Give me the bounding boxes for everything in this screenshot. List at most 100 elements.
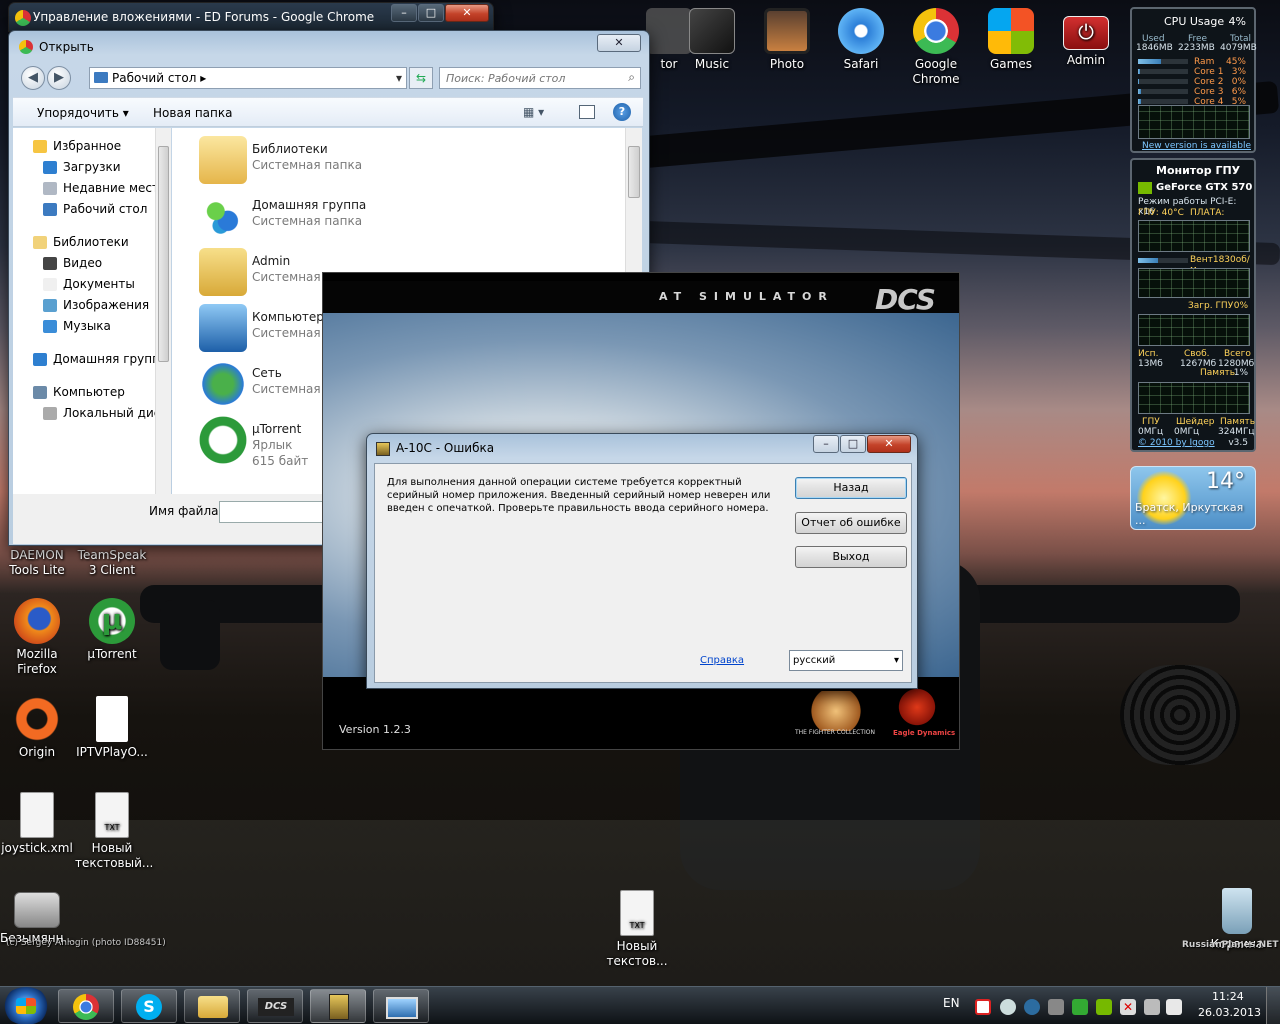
- folder-icon: [33, 353, 47, 366]
- error-report-button[interactable]: Отчет об ошибке: [795, 512, 907, 534]
- forward-button[interactable]: ▶: [47, 66, 71, 90]
- nav-item[interactable]: Недавние мест: [13, 178, 171, 199]
- desktop-icon-origin[interactable]: Origin: [0, 696, 74, 760]
- chrome-window[interactable]: Управление вложениями - ED Forums - Goog…: [8, 2, 494, 32]
- cpu-bar: [1138, 69, 1188, 74]
- help-icon[interactable]: ?: [613, 103, 631, 121]
- chrome-icon: [913, 8, 959, 54]
- desktop-icon-new-text-2[interactable]: TXT Новый текстов...: [600, 890, 674, 969]
- start-button[interactable]: [2, 987, 50, 1024]
- help-link[interactable]: Справка: [700, 655, 744, 666]
- back-button[interactable]: ◀: [21, 66, 45, 90]
- desktop-icon-daemon-tools[interactable]: DAEMON Tools Lite: [0, 548, 74, 578]
- new-version-link[interactable]: New version is available: [1142, 141, 1251, 151]
- search-input[interactable]: [440, 68, 616, 88]
- minimize-button[interactable]: –: [391, 4, 417, 22]
- folder-icon: [33, 386, 47, 399]
- desktop-icon-firefox[interactable]: Mozilla Firefox: [0, 598, 74, 677]
- desktop-icon-games[interactable]: Games: [974, 8, 1048, 72]
- exit-button[interactable]: Выход: [795, 546, 907, 568]
- nav-item[interactable]: Документы: [13, 274, 171, 295]
- weather-gadget[interactable]: 14° Братск, Иркутская ...: [1130, 466, 1256, 530]
- desktop-icon-new-text[interactable]: TXT Новый текстовый...: [75, 792, 153, 871]
- taskbar-dcs[interactable]: DCS: [247, 989, 303, 1023]
- taskbar-a10c-active[interactable]: [310, 989, 366, 1023]
- organize-menu[interactable]: Упорядочить ▾: [37, 106, 129, 120]
- taskbar-image-viewer[interactable]: [373, 989, 429, 1023]
- desktop-icon-photo[interactable]: Photo: [750, 8, 824, 72]
- folder-icon: [43, 299, 57, 312]
- clock-date[interactable]: 26.03.2013: [1198, 1006, 1261, 1019]
- chevron-down-icon: ▾: [893, 655, 899, 666]
- scrollbar-thumb[interactable]: [628, 146, 640, 198]
- maximize-button[interactable]: □: [840, 435, 866, 453]
- back-button[interactable]: Назад: [795, 477, 907, 499]
- tray-app-icon[interactable]: [1024, 999, 1040, 1015]
- nav-item[interactable]: Компьютер: [13, 382, 171, 403]
- folder-icon: [33, 140, 47, 153]
- file-item[interactable]: Библиотеки Системная папка: [197, 136, 637, 186]
- language-indicator[interactable]: EN: [943, 996, 960, 1010]
- taskbar-explorer[interactable]: [184, 989, 240, 1023]
- search-box[interactable]: ⌕: [439, 67, 641, 89]
- nav-scrollbar[interactable]: [155, 128, 171, 494]
- nav-item[interactable]: Локальный дис: [13, 403, 171, 424]
- close-button[interactable]: ✕: [445, 4, 489, 22]
- new-folder-button[interactable]: Новая папка: [153, 106, 232, 120]
- clock-time[interactable]: 11:24: [1212, 990, 1244, 1003]
- desktop-icon-admin[interactable]: ⏻ Admin: [1049, 8, 1123, 68]
- error-dialog[interactable]: A-10C - Ошибка – □ ✕ Для выполнения данн…: [366, 433, 918, 689]
- desktop-icon-safari[interactable]: Safari: [824, 8, 898, 72]
- preview-pane-icon[interactable]: [579, 105, 595, 119]
- file-item[interactable]: Домашняя группа Системная папка: [197, 192, 637, 242]
- close-button[interactable]: ✕: [597, 34, 641, 52]
- tray-app-icon[interactable]: [1072, 999, 1088, 1015]
- cpu-bar: [1138, 99, 1188, 104]
- cpu-usage-gadget[interactable]: CPU Usage 4% Used Free Total 1846MB 2233…: [1130, 7, 1257, 153]
- nav-item[interactable]: Видео: [13, 253, 171, 274]
- desktop-icon-joystick-xml[interactable]: joystick.xml: [0, 792, 74, 856]
- nav-item[interactable]: Рабочий стол: [13, 199, 171, 220]
- minimize-button[interactable]: –: [813, 435, 839, 453]
- error-dialog-body: Для выполнения данной операции системе т…: [374, 463, 912, 683]
- flag-icon[interactable]: [1166, 999, 1182, 1015]
- desktop-icon-iptvplayer[interactable]: IPTVPlayO...: [75, 696, 149, 760]
- maximize-button[interactable]: □: [418, 4, 444, 22]
- tray-app-icon[interactable]: [1000, 999, 1016, 1015]
- desktop-icon-music[interactable]: Music: [675, 8, 749, 72]
- scrollbar-thumb[interactable]: [158, 146, 169, 362]
- nav-item[interactable]: Изображения: [13, 295, 171, 316]
- language-select[interactable]: русский ▾: [789, 650, 903, 671]
- address-bar[interactable]: Рабочий стол ▸ ▾: [89, 67, 407, 89]
- fan-bar: [1138, 258, 1188, 263]
- folder-icon: [43, 320, 57, 333]
- desktop-icon-teamspeak[interactable]: TeamSpeak 3 Client: [75, 548, 149, 578]
- nvidia-icon[interactable]: [1096, 999, 1112, 1015]
- nav-item[interactable]: Домашняя групп: [13, 349, 171, 370]
- refresh-button[interactable]: ⇆: [409, 67, 433, 89]
- tray-app-icon[interactable]: [975, 999, 991, 1015]
- chevron-down-icon[interactable]: ▾: [396, 68, 402, 88]
- speaker-icon[interactable]: [1144, 999, 1160, 1015]
- taskbar: S DCS EN ✕ 11:24 26.03.2013: [0, 986, 1280, 1024]
- version-label: Version 1.2.3: [339, 723, 411, 736]
- close-button[interactable]: ✕: [867, 435, 911, 453]
- view-options-icon[interactable]: ▦ ▾: [523, 105, 544, 119]
- nav-item[interactable]: Музыка: [13, 316, 171, 337]
- nav-item[interactable]: Загрузки: [13, 157, 171, 178]
- taskbar-skype[interactable]: S: [121, 989, 177, 1023]
- copyright-link[interactable]: © 2010 by Igogo: [1138, 438, 1215, 448]
- desktop-icon-utorrent[interactable]: µ µTorrent: [75, 598, 149, 662]
- network-icon[interactable]: ✕: [1120, 999, 1136, 1015]
- nav-item[interactable]: Избранное: [13, 136, 171, 157]
- desktop-icon-google-chrome[interactable]: Google Chrome: [899, 8, 973, 87]
- wallpaper-engine-pod: [160, 600, 220, 670]
- splash-banner: AT SIMULATOR DCS: [323, 281, 959, 316]
- show-desktop-button[interactable]: [1266, 987, 1280, 1024]
- filename-label: Имя файла:: [149, 504, 223, 518]
- tray-app-icon[interactable]: [1048, 999, 1064, 1015]
- wallpaper-rocket-pod: [1120, 665, 1240, 765]
- taskbar-chrome[interactable]: [58, 989, 114, 1023]
- gpu-monitor-gadget[interactable]: Монитор ГПУ GeForce GTX 570 Режим работы…: [1130, 158, 1256, 452]
- nav-item[interactable]: Библиотеки: [13, 232, 171, 253]
